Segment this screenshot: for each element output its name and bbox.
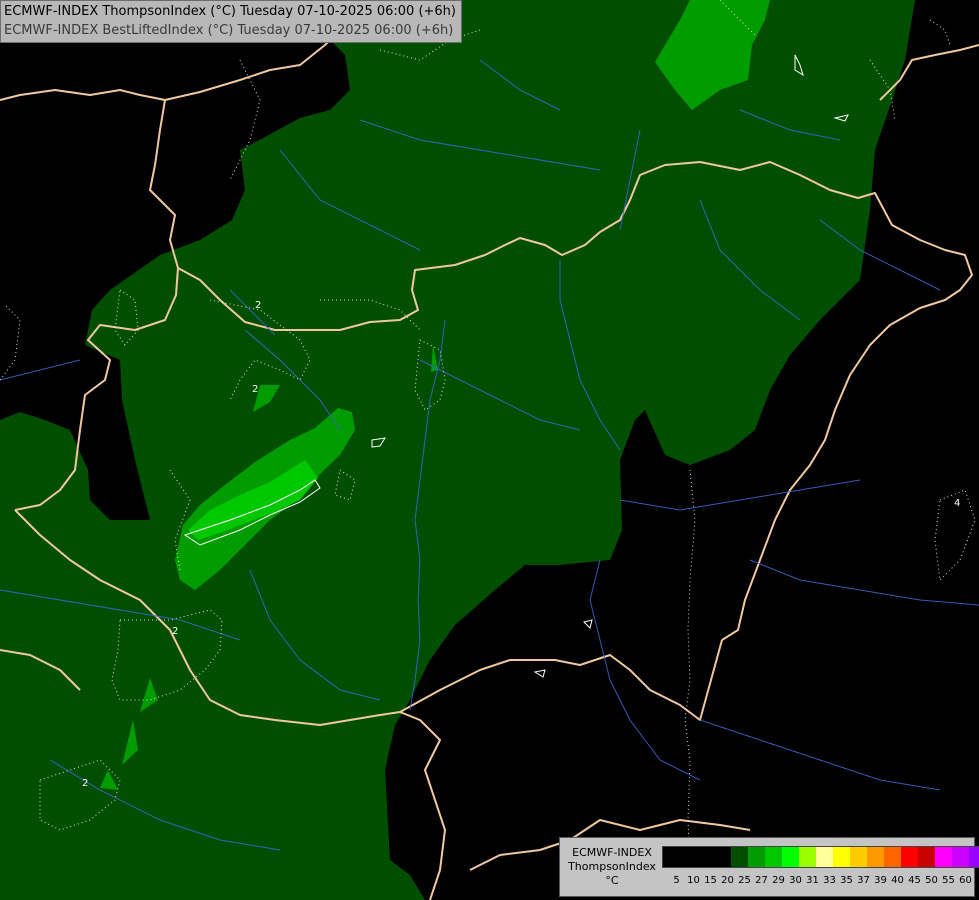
legend-swatch bbox=[969, 847, 979, 867]
legend-label: ECMWF-INDEX ThompsonIndex °C bbox=[564, 846, 660, 888]
map-canvas: 2 2 2 2 4 bbox=[0, 0, 979, 900]
legend-parameter: ThompsonIndex bbox=[568, 860, 656, 873]
legend-tick: 29 bbox=[772, 875, 785, 886]
legend-tick: 15 bbox=[704, 875, 717, 886]
legend-tick: 60 bbox=[959, 875, 972, 886]
legend-tick: 10 bbox=[687, 875, 700, 886]
legend-swatch bbox=[697, 847, 714, 867]
legend-tick: 20 bbox=[721, 875, 734, 886]
contour-label: 2 bbox=[82, 778, 88, 789]
legend-tick: 55 bbox=[942, 875, 955, 886]
legend-tick: 25 bbox=[738, 875, 751, 886]
legend-tick: 50 bbox=[925, 875, 938, 886]
legend-swatch bbox=[765, 847, 782, 867]
legend-swatch bbox=[680, 847, 697, 867]
legend-swatch bbox=[884, 847, 901, 867]
legend-swatch bbox=[952, 847, 969, 867]
legend-tick: 27 bbox=[755, 875, 768, 886]
legend-tick: 30 bbox=[789, 875, 802, 886]
legend-tick: 31 bbox=[806, 875, 819, 886]
legend-swatch bbox=[731, 847, 748, 867]
legend-swatch bbox=[850, 847, 867, 867]
map-title-box: ECMWF-INDEX ThompsonIndex (°C) Tuesday 0… bbox=[0, 0, 462, 43]
legend-swatch bbox=[918, 847, 935, 867]
legend-tick: 5 bbox=[673, 875, 680, 886]
legend-swatch bbox=[901, 847, 918, 867]
legend-swatch bbox=[782, 847, 799, 867]
legend-swatch bbox=[799, 847, 816, 867]
legend-swatch bbox=[816, 847, 833, 867]
legend-tick: 33 bbox=[823, 875, 836, 886]
legend-swatch bbox=[748, 847, 765, 867]
contour-label: 2 bbox=[172, 626, 178, 637]
legend-model: ECMWF-INDEX bbox=[572, 846, 652, 859]
legend-tick: 40 bbox=[891, 875, 904, 886]
legend-swatch bbox=[663, 847, 680, 867]
contour-label: 2 bbox=[255, 300, 261, 311]
legend-swatch bbox=[833, 847, 850, 867]
weather-map: 2 2 2 2 4 bbox=[0, 0, 979, 900]
legend-swatch bbox=[714, 847, 731, 867]
color-legend: ECMWF-INDEX ThompsonIndex °C 5 10 15 20 25 27… bbox=[559, 837, 979, 897]
map-title-primary: ECMWF-INDEX ThompsonIndex (°C) Tuesday 0… bbox=[4, 4, 456, 19]
legend-tick-labels: 5 10 15 20 25 27 29 30 31 33 35 37 39 40 45 50 55 60 bbox=[668, 875, 974, 886]
contour-label: 4 bbox=[954, 498, 960, 509]
legend-tick: 45 bbox=[908, 875, 921, 886]
contour-label: 2 bbox=[252, 384, 258, 395]
legend-unit: °C bbox=[605, 874, 619, 887]
legend-swatch bbox=[935, 847, 952, 867]
legend-tick: 35 bbox=[840, 875, 853, 886]
legend-tick: 39 bbox=[874, 875, 887, 886]
legend-color-scale bbox=[662, 846, 979, 868]
legend-swatch bbox=[867, 847, 884, 867]
map-title-secondary: ECMWF-INDEX BestLiftedIndex (°C) Tuesday… bbox=[4, 23, 454, 38]
legend-tick: 37 bbox=[857, 875, 870, 886]
